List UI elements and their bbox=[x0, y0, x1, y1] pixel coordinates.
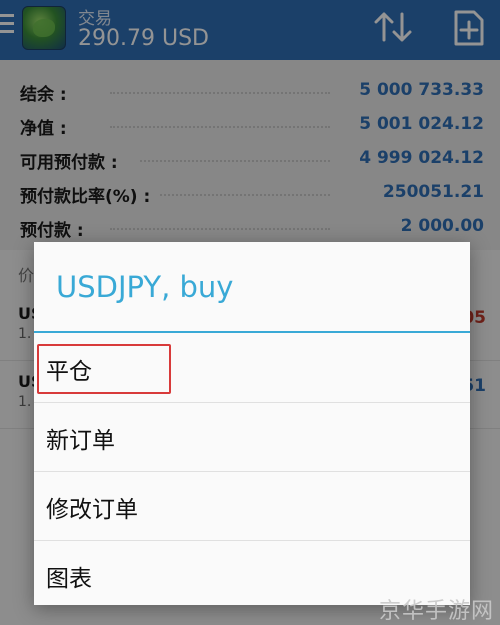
menu-item-new-order[interactable]: 新订单 bbox=[34, 403, 470, 472]
position-context-dialog: USDJPY, buy 平仓 新订单 修改订单 图表 bbox=[34, 242, 470, 605]
menu-item-label: 新订单 bbox=[46, 428, 115, 454]
menu-item-modify-order[interactable]: 修改订单 bbox=[34, 472, 470, 541]
menu-item-label: 修改订单 bbox=[46, 497, 138, 523]
watermark: 京华手游网 bbox=[378, 599, 494, 624]
menu-item-label: 图表 bbox=[46, 566, 92, 592]
dialog-title: USDJPY, buy bbox=[56, 270, 234, 304]
dialog-divider bbox=[34, 331, 470, 333]
highlight-box bbox=[37, 344, 171, 394]
